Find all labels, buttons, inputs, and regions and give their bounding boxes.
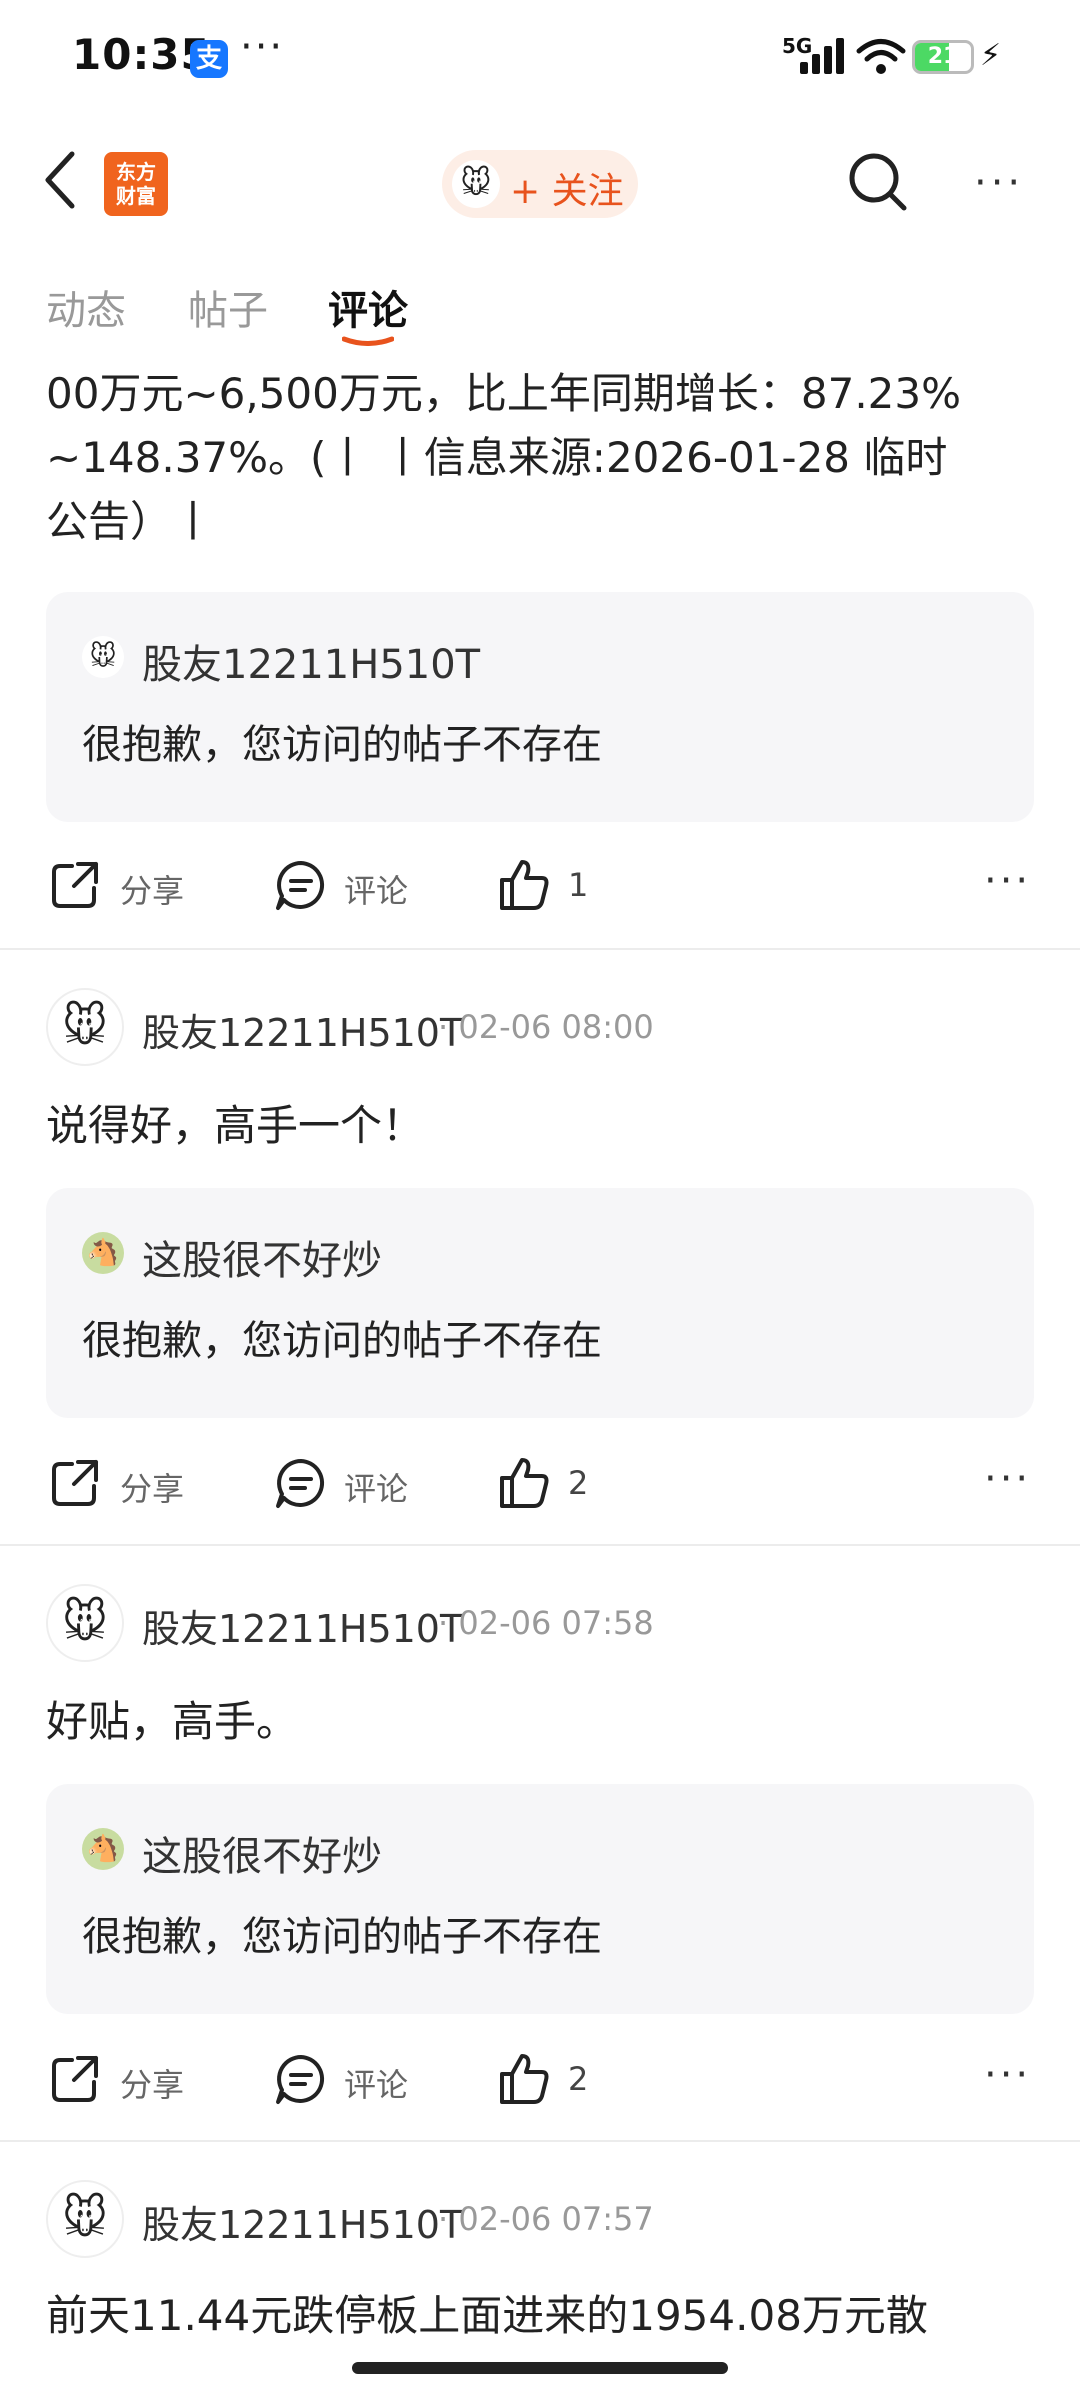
alipay-icon: 支: [190, 40, 228, 78]
comment-time: · 02-06 07:58: [438, 1604, 654, 1642]
charging-icon: ⚡: [980, 38, 1002, 73]
wifi-icon: [856, 39, 906, 74]
eastmoney-logo[interactable]: 东方 财富: [104, 152, 168, 216]
share-icon[interactable]: [48, 1456, 102, 1510]
like-count: 1: [568, 866, 589, 904]
like-count: 2: [568, 1464, 589, 1502]
active-tab-indicator: [342, 336, 394, 346]
quote-author: 这股很不好炒: [142, 1238, 382, 1284]
quoted-post[interactable]: 🐴 这股很不好炒 很抱歉，您访问的帖子不存在: [46, 1188, 1034, 1418]
logo-line1: 东方: [116, 160, 156, 184]
comment-label[interactable]: 评论: [344, 2060, 408, 2106]
tab-comments[interactable]: 评论: [328, 278, 408, 336]
more-options-icon[interactable]: ···: [984, 858, 1031, 904]
follow-button[interactable]: 🐭 + 关注: [442, 150, 638, 218]
comment-text: 前天11.44元跌停板上面进来的1954.08万元散: [46, 2291, 928, 2340]
thumbs-up-icon[interactable]: [498, 2052, 552, 2106]
comment-author[interactable]: 股友12211H510T: [142, 1002, 463, 1057]
comment-time: · 02-06 07:57: [438, 2200, 654, 2238]
status-more-icon: ···: [240, 24, 285, 70]
comment-author[interactable]: 股友12211H510T: [142, 2194, 463, 2249]
comment-text: 说得好，高手一个！: [46, 1101, 425, 1150]
back-arrow-icon[interactable]: [40, 148, 80, 212]
avatar[interactable]: 🐭: [46, 2180, 124, 2258]
user-avatar-icon: 🐭: [452, 160, 500, 208]
signal-icon: [800, 38, 846, 74]
thumbs-up-icon[interactable]: [498, 1456, 552, 1510]
like-count: 2: [568, 2060, 589, 2098]
battery-level: 21: [927, 44, 959, 69]
more-options-icon[interactable]: ···: [984, 2052, 1031, 2098]
divider: [0, 948, 1080, 950]
avatar[interactable]: 🐭: [46, 988, 124, 1066]
quote-body: 很抱歉，您访问的帖子不存在: [82, 1318, 602, 1364]
share-icon[interactable]: [48, 2052, 102, 2106]
divider: [0, 1544, 1080, 1546]
post-text-line: 公告）丨: [46, 497, 215, 546]
follow-label: + 关注: [510, 171, 624, 212]
home-indicator[interactable]: [352, 2362, 728, 2374]
share-label[interactable]: 分享: [120, 866, 184, 912]
more-options-icon[interactable]: ···: [984, 1456, 1031, 1502]
tab-dynamics[interactable]: 动态: [46, 278, 126, 336]
avatar[interactable]: 🐭: [46, 1584, 124, 1662]
quote-avatar: 🐴: [82, 1828, 124, 1870]
thumbs-up-icon[interactable]: [498, 858, 552, 912]
quote-author: 股友12211H510T: [142, 642, 481, 688]
quote-author: 这股很不好炒: [142, 1834, 382, 1880]
logo-line2: 财富: [116, 184, 156, 208]
quote-avatar: 🐴: [82, 1232, 124, 1274]
quoted-post[interactable]: 🐭 股友12211H510T 很抱歉，您访问的帖子不存在: [46, 592, 1034, 822]
quoted-post[interactable]: 🐴 这股很不好炒 很抱歉，您访问的帖子不存在: [46, 1784, 1034, 2014]
comment-icon[interactable]: [274, 858, 328, 912]
post-text-line: ~148.37%。(丨 丨信息来源:2026-01-28 临时: [46, 433, 948, 482]
quote-body: 很抱歉，您访问的帖子不存在: [82, 722, 602, 768]
comment-time: · 02-06 08:00: [438, 1008, 654, 1046]
share-icon[interactable]: [48, 858, 102, 912]
share-label[interactable]: 分享: [120, 1464, 184, 1510]
quote-avatar: 🐭: [82, 636, 124, 678]
post-text-line: 00万元~6,500万元，比上年同期增长：87.23%: [46, 369, 962, 418]
search-icon[interactable]: [846, 150, 910, 214]
comment-icon[interactable]: [274, 2052, 328, 2106]
comment-text: 好贴，高手。: [46, 1697, 299, 1746]
tab-posts[interactable]: 帖子: [188, 278, 268, 336]
share-label[interactable]: 分享: [120, 2060, 184, 2106]
comment-label[interactable]: 评论: [344, 1464, 408, 1510]
comment-label[interactable]: 评论: [344, 866, 408, 912]
comment-author[interactable]: 股友12211H510T: [142, 1598, 463, 1653]
more-options-icon[interactable]: ···: [974, 160, 1024, 206]
battery-icon: 21: [912, 40, 974, 74]
comment-icon[interactable]: [274, 1456, 328, 1510]
divider: [0, 2140, 1080, 2142]
quote-body: 很抱歉，您访问的帖子不存在: [82, 1914, 602, 1960]
